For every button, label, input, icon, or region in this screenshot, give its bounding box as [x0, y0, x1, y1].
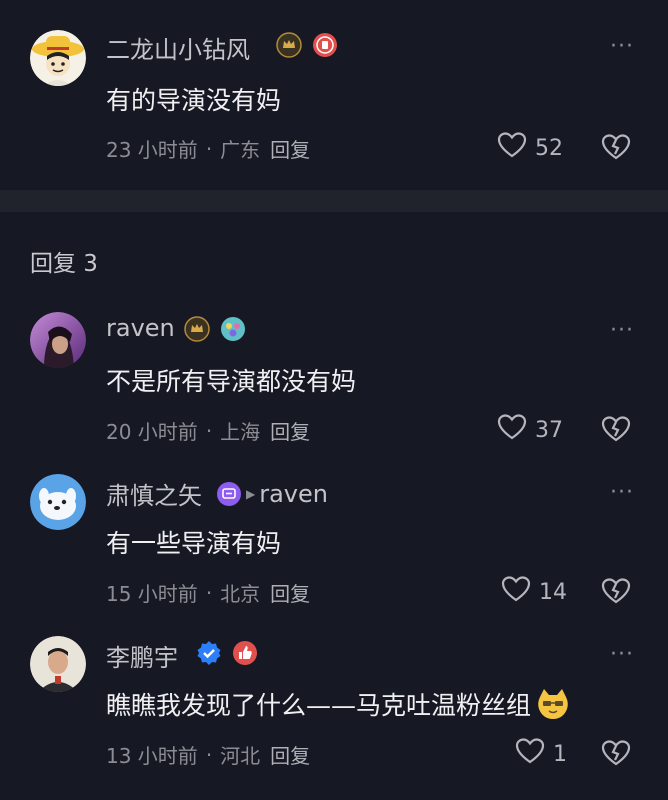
dislike-button[interactable] — [601, 577, 631, 609]
like-button[interactable]: 52 — [497, 131, 563, 165]
reply-button[interactable]: 回复 — [270, 134, 310, 163]
heart-icon — [515, 737, 545, 771]
crown-badge-icon[interactable] — [276, 32, 302, 62]
like-count: 1 — [553, 741, 567, 767]
separator: · — [205, 742, 213, 767]
like-count: 14 — [539, 579, 567, 605]
message-badge-icon[interactable] — [216, 481, 242, 507]
location: 广东 — [220, 138, 261, 162]
comment-text: 有的导演没有妈 — [106, 86, 282, 115]
replies-section: 回复 3 raven ··· 不是所有导演都没有妈 20 小时前 · 上海 回复… — [0, 212, 668, 800]
reply-button[interactable]: 回复 — [270, 578, 310, 607]
broken-heart-icon — [601, 416, 631, 442]
comment-text: 有一些导演有妈 — [106, 529, 282, 558]
location: 河北 — [220, 744, 261, 768]
reply-item: 李鹏宇 ··· 瞧瞧我发现了什么——马克吐温粉丝组 13 小时前 · 河北 回复… — [0, 624, 668, 774]
heart-icon — [497, 131, 527, 165]
comment-text-body: 瞧瞧我发现了什么——马克吐温粉丝组 — [106, 691, 532, 720]
like-count: 52 — [535, 135, 563, 161]
like-button[interactable]: 37 — [497, 413, 563, 447]
separator: · — [205, 418, 213, 443]
dislike-button[interactable] — [601, 739, 631, 771]
section-divider — [0, 190, 668, 212]
comment-meta: 20 小时前 · 上海 回复 — [106, 416, 310, 445]
dislike-button[interactable] — [601, 133, 631, 165]
comment-meta: 23 小时前 · 广东 回复 — [106, 134, 310, 163]
username[interactable]: raven — [106, 314, 175, 342]
username[interactable]: 二龙山小钻风 — [106, 30, 250, 65]
dislike-button[interactable] — [601, 415, 631, 447]
like-button[interactable]: 14 — [501, 575, 567, 609]
timestamp: 15 小时前 — [106, 582, 198, 606]
like-button[interactable]: 1 — [515, 737, 567, 771]
broken-heart-icon — [601, 134, 631, 160]
reply-header: 肃慎之矢 ▶ raven — [106, 476, 328, 511]
timestamp: 23 小时前 — [106, 138, 198, 162]
more-options-button[interactable]: ··· — [610, 318, 634, 343]
avatar[interactable] — [30, 312, 86, 368]
reply-button[interactable]: 回复 — [270, 740, 310, 769]
like-count: 37 — [535, 417, 563, 443]
replies-header: 回复 3 — [30, 251, 98, 277]
main-comment: 二龙山小钻风 ··· 有的导演没有妈 23 小时前 · 广东 回复 52 — [0, 0, 668, 190]
heart-icon — [501, 575, 531, 609]
avatar[interactable] — [30, 636, 86, 692]
more-options-button[interactable]: ··· — [610, 34, 634, 59]
reply-button[interactable]: 回复 — [270, 416, 310, 445]
fan-badge-icon[interactable] — [220, 316, 246, 346]
location: 上海 — [220, 420, 261, 444]
location: 北京 — [220, 582, 261, 606]
broken-heart-icon — [601, 740, 631, 766]
comment-meta: 13 小时前 · 河北 回复 — [106, 740, 310, 769]
reply-item: raven ··· 不是所有导演都没有妈 20 小时前 · 上海 回复 37 — [0, 300, 668, 450]
comment-text: 瞧瞧我发现了什么——马克吐温粉丝组 — [106, 686, 571, 722]
verified-badge-icon[interactable] — [196, 640, 222, 670]
separator: · — [205, 136, 213, 161]
crown-badge-icon[interactable] — [184, 316, 210, 346]
avatar[interactable] — [30, 474, 86, 530]
avatar[interactable] — [30, 30, 86, 86]
heart-icon — [497, 413, 527, 447]
reply-item: 肃慎之矢 ▶ raven ··· 有一些导演有妈 15 小时前 · 北京 回复 — [0, 462, 668, 612]
timestamp: 13 小时前 — [106, 744, 198, 768]
timestamp: 20 小时前 — [106, 420, 198, 444]
cat-emoji-icon — [535, 687, 571, 721]
reply-to-username[interactable]: raven — [259, 480, 328, 508]
comment-thread: 二龙山小钻风 ··· 有的导演没有妈 23 小时前 · 广东 回复 52 回复 … — [0, 0, 668, 800]
username[interactable]: 肃慎之矢 — [106, 476, 202, 511]
reply-arrow-icon: ▶ — [246, 486, 256, 501]
broken-heart-icon — [601, 578, 631, 604]
badge-group — [276, 32, 338, 62]
more-options-button[interactable]: ··· — [610, 480, 634, 505]
fan-club-badge-icon[interactable] — [312, 32, 338, 62]
badge-group — [196, 640, 258, 670]
thumbs-up-badge-icon[interactable] — [232, 640, 258, 670]
comment-text: 不是所有导演都没有妈 — [106, 367, 357, 396]
badge-group — [184, 316, 246, 346]
comment-meta: 15 小时前 · 北京 回复 — [106, 578, 310, 607]
more-options-button[interactable]: ··· — [610, 642, 634, 667]
separator: · — [205, 580, 213, 605]
username[interactable]: 李鹏宇 — [106, 638, 178, 673]
